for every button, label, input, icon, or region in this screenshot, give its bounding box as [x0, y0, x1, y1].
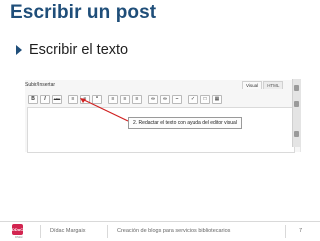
align-center-icon[interactable]: ≡ [120, 94, 130, 104]
bullet-item: Escribir el texto [16, 41, 128, 59]
strikethrough-icon[interactable]: ABC [52, 94, 62, 104]
numbered-list-icon[interactable]: ≡ [80, 94, 90, 104]
editor-toolbar: B I ABC ≡ ≡ “ ≡ ≡ ≡ ∞ ∞ – ✓ □ ▦ [28, 94, 298, 104]
editor-content-area[interactable] [27, 107, 295, 153]
footer-author: Dídac Margaix [50, 228, 86, 234]
blockquote-icon[interactable]: “ [92, 94, 102, 104]
italic-icon[interactable]: I [40, 94, 50, 104]
side-mark-icon [294, 131, 299, 137]
footer-course-title: Creación de blogs para servicios bibliot… [117, 228, 231, 234]
editor-screenshot: Subir/Insertar Visual HTML B I ABC ≡ ≡ “… [25, 80, 301, 153]
logo: DDoC D'Arc [10, 223, 28, 240]
align-right-icon[interactable]: ≡ [132, 94, 142, 104]
kitchen-sink-icon[interactable]: ▦ [212, 94, 222, 104]
editor-mode-tabs: Visual HTML [241, 81, 284, 89]
upload-insert-label[interactable]: Subir/Insertar [25, 82, 55, 88]
slide-title: Escribir un post [10, 2, 157, 23]
bold-icon[interactable]: B [28, 94, 38, 104]
bullet-list-icon[interactable]: ≡ [68, 94, 78, 104]
fullscreen-icon[interactable]: □ [200, 94, 210, 104]
slide-footer: DDoC D'Arc Dídac Margaix Creación de blo… [0, 221, 320, 241]
side-mark-icon [294, 101, 299, 107]
page-number: 7 [299, 228, 303, 234]
bullet-arrow-icon [16, 45, 22, 55]
more-tag-icon[interactable]: – [172, 94, 182, 104]
insert-link-icon[interactable]: ∞ [148, 94, 158, 104]
tab-visual[interactable]: Visual [242, 81, 263, 89]
align-left-icon[interactable]: ≡ [108, 94, 118, 104]
side-panel-strip [292, 79, 301, 147]
tab-html[interactable]: HTML [263, 81, 284, 89]
unlink-icon[interactable]: ∞ [160, 94, 170, 104]
callout-box: 2. Redactar el texto con ayuda del edito… [128, 117, 242, 129]
spellcheck-icon[interactable]: ✓ [188, 94, 198, 104]
bullet-text: Escribir el texto [29, 42, 129, 58]
logo-subtext: D'Arc [15, 234, 23, 239]
side-mark-icon [294, 85, 299, 91]
logo-mark: DDoC [12, 223, 23, 235]
